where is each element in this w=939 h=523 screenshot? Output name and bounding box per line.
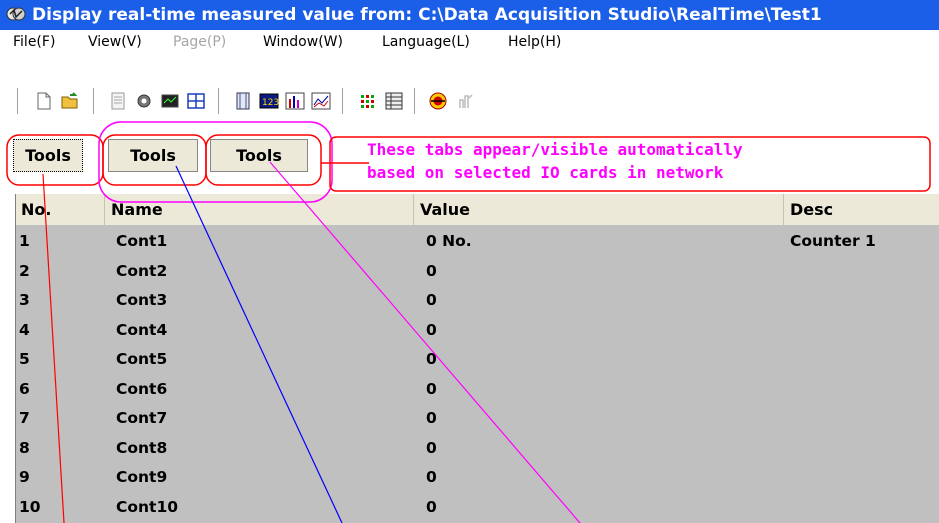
cell-value: 0 <box>426 379 437 398</box>
app-icon <box>6 7 26 21</box>
table-row[interactable]: 8 Cont8 0 <box>15 434 939 464</box>
menu-page: Page(P) <box>173 34 227 50</box>
cell-name: Cont10 <box>116 497 179 516</box>
cell-no: 3 <box>19 291 30 309</box>
toolbar: 123 <box>0 55 939 131</box>
table-row[interactable]: 2 Cont2 0 <box>15 257 939 287</box>
menu-bar: File(F) View(V) Page(P) Window(W) Langua… <box>0 30 939 55</box>
cell-name: Cont2 <box>116 261 168 280</box>
title-bar: Display real-time measured value from: C… <box>0 0 939 30</box>
cell-no: 8 <box>19 438 30 457</box>
column-header-desc[interactable]: Desc <box>784 194 939 225</box>
cell-no: 1 <box>19 232 30 250</box>
menu-language[interactable]: Language(L) <box>382 30 470 55</box>
table-row[interactable]: 9 Cont9 0 <box>15 463 939 493</box>
cell-name: Cont9 <box>116 468 168 486</box>
table-left-border <box>15 194 16 523</box>
cell-value: 0 <box>426 438 437 457</box>
cell-name: Cont4 <box>116 320 168 339</box>
digital-display-icon[interactable]: 123 <box>259 91 279 111</box>
cell-name: Cont7 <box>116 409 168 427</box>
tab-tools-1[interactable]: Tools <box>13 139 83 172</box>
bar-chart-icon[interactable] <box>285 91 305 111</box>
cell-name: Cont3 <box>116 291 168 309</box>
toolbar-separator <box>218 88 222 114</box>
cell-desc: Counter 1 <box>790 232 876 250</box>
cell-name: Cont6 <box>116 379 168 398</box>
toolbar-separator <box>342 88 346 114</box>
new-file-icon[interactable] <box>34 91 54 111</box>
cell-no: 10 <box>19 497 41 516</box>
cell-value: 0 <box>426 291 437 309</box>
menu-help[interactable]: Help(H) <box>508 30 561 55</box>
tool-icon <box>459 94 473 108</box>
cell-value: 0 No. <box>426 232 472 250</box>
page-icon[interactable] <box>108 91 128 111</box>
table-row[interactable]: 3 Cont3 0 <box>15 286 939 316</box>
tab-tools-3[interactable]: Tools <box>210 139 308 172</box>
table-grid-icon[interactable] <box>186 91 206 111</box>
window-title: Display real-time measured value from: C… <box>32 5 822 25</box>
toolbar-separator <box>414 88 418 114</box>
svg-text:123: 123 <box>262 98 279 108</box>
tab-tools-2[interactable]: Tools <box>108 139 198 172</box>
cell-no: 9 <box>19 468 30 486</box>
table-row[interactable]: 5 Cont5 0 <box>15 345 939 375</box>
annotation-line-2: based on selected IO cards in network <box>367 163 724 182</box>
menu-window[interactable]: Window(W) <box>263 30 343 55</box>
cell-name: Cont5 <box>116 350 168 368</box>
menu-file[interactable]: File(F) <box>13 30 55 55</box>
table-row[interactable]: 4 Cont4 0 <box>15 316 939 346</box>
cell-no: 7 <box>19 409 30 427</box>
table-row[interactable]: 10 Cont10 0 <box>15 493 939 523</box>
toolbar-grip <box>17 88 21 114</box>
cell-value: 0 <box>426 497 437 516</box>
cell-no: 4 <box>19 320 30 339</box>
monitor-icon[interactable] <box>160 91 180 111</box>
cell-value: 0 <box>426 350 437 368</box>
table-row[interactable]: 1 Cont1 0 No. Counter 1 <box>15 227 939 257</box>
list-grid-icon[interactable] <box>384 91 404 111</box>
cell-value: 0 <box>426 468 437 486</box>
panel-icon[interactable] <box>233 91 253 111</box>
measurement-table: 1 Cont1 0 No. Counter 1 2 Cont2 0 3 Cont… <box>15 225 939 523</box>
open-folder-icon[interactable] <box>60 91 80 111</box>
cell-name: Cont8 <box>116 438 168 457</box>
cell-no: 5 <box>19 350 30 368</box>
table-row[interactable]: 6 Cont6 0 <box>15 375 939 405</box>
menu-view[interactable]: View(V) <box>88 30 142 55</box>
line-chart-icon[interactable] <box>311 91 331 111</box>
cell-name: Cont1 <box>116 232 168 250</box>
cell-no: 6 <box>19 379 30 398</box>
column-header-name[interactable]: Name <box>105 194 414 225</box>
annotation-callout: These tabs appear/visible automatically … <box>367 138 939 190</box>
table-row[interactable]: 7 Cont7 0 <box>15 404 939 434</box>
dots-grid-icon[interactable] <box>358 91 378 111</box>
column-header-value[interactable]: Value <box>414 194 784 225</box>
cell-value: 0 <box>426 409 437 427</box>
annotation-line-1: These tabs appear/visible automatically <box>367 140 743 159</box>
column-header-no[interactable]: No. <box>15 194 105 225</box>
stop-record-icon[interactable] <box>428 91 448 111</box>
table-header: No. Name Value Desc <box>15 194 939 225</box>
toolbar-separator <box>93 88 97 114</box>
cell-no: 2 <box>19 261 30 280</box>
cell-value: 0 <box>426 320 437 339</box>
cell-value: 0 <box>426 261 437 280</box>
settings-gear-icon[interactable] <box>134 91 154 111</box>
